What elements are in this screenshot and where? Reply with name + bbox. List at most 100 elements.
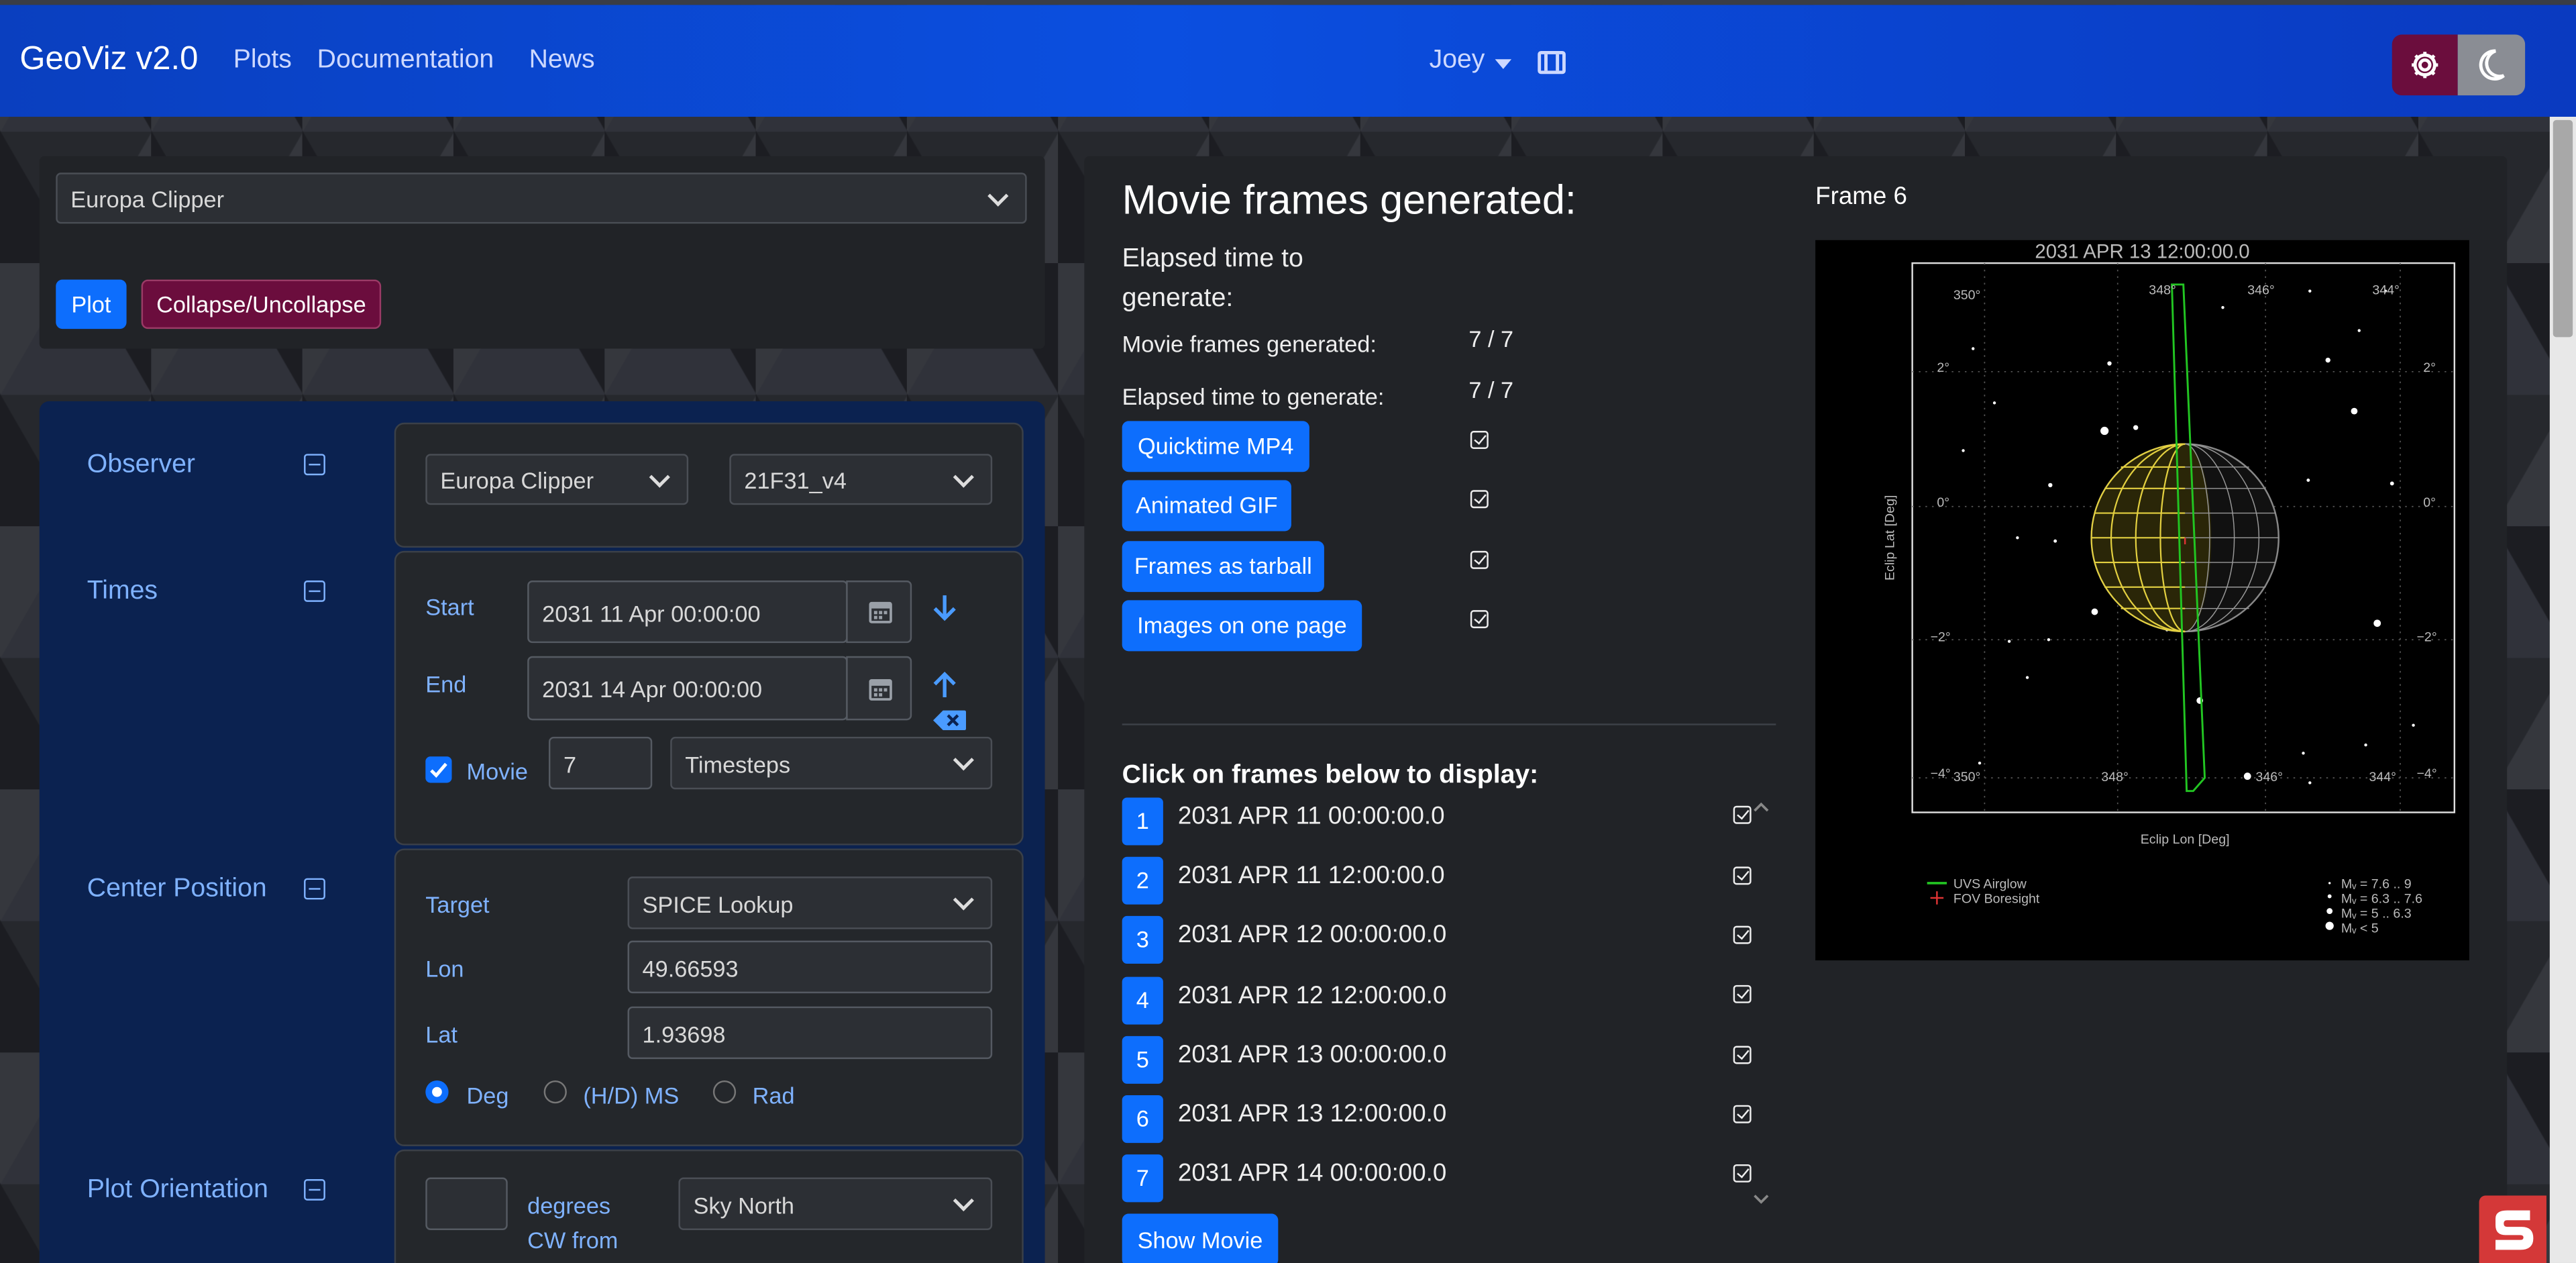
timestep-mode-select[interactable]: Timesteps [670,736,993,790]
movie-checkbox[interactable] [425,756,452,783]
list-scroll-down-icon[interactable] [1752,1191,1771,1207]
frame-1-time[interactable]: 2031 APR 11 00:00:00.0 [1178,803,1445,831]
orientation-degrees-input[interactable] [425,1177,508,1230]
collapse-center-icon[interactable] [304,878,325,900]
movie-label: Movie [466,758,529,785]
film-icon[interactable] [1538,50,1566,74]
nav-link-news[interactable]: News [529,46,595,76]
collapse-times-icon[interactable] [304,580,325,602]
mag-legend-1: Mᵥ = 7.6 .. 9 [2341,876,2412,892]
plot-xlabel: Eclip Lon [Deg] [2140,831,2230,848]
end-calendar-button[interactable] [846,656,912,721]
dark-mode-button[interactable] [2457,34,2526,96]
xtick-bottom-350: 350° [1953,769,1981,785]
frame-7-button[interactable]: 7 [1122,1154,1163,1203]
lon-input[interactable]: 49.66593 [627,940,993,994]
lon-label: Lon [425,955,464,982]
download-gif-button[interactable]: Animated GIF [1122,480,1291,532]
ytick-left-minus2: −2° [1930,629,1951,645]
frame-4-check-icon [1733,984,1752,1003]
sky-plot [1911,262,2456,930]
gif-check-icon [1470,490,1489,509]
caret-down-icon[interactable] [1495,59,1512,69]
images-check-icon [1470,610,1489,629]
start-label: Start [425,593,474,620]
show-movie-button[interactable]: Show Movie [1122,1213,1279,1263]
check-icon [430,762,447,778]
gear-icon [2412,52,2438,79]
results-heading: Movie frames generated: [1122,177,1576,224]
frame-2-button[interactable]: 2 [1122,856,1163,905]
click-frames-heading: Click on frames below to display: [1122,761,1539,790]
orientation-reference-select[interactable]: Sky North [678,1177,993,1230]
frame-2-time[interactable]: 2031 APR 11 12:00:00.0 [1178,862,1445,890]
download-mp4-button[interactable]: Quicktime MP4 [1122,421,1309,472]
lat-input[interactable]: 1.93698 [627,1006,993,1060]
unit-deg-radio[interactable] [425,1080,449,1104]
mp4-check-icon [1470,431,1489,449]
images-one-page-button[interactable]: Images on one page [1122,600,1362,652]
observer-body-select[interactable]: Europa Clipper [425,454,689,505]
spacecraft-select[interactable]: Europa Clipper [56,172,1027,224]
mag-legend-2: Mᵥ = 6.3 .. 7.6 [2341,891,2423,907]
frame-6-button[interactable]: 6 [1122,1095,1163,1144]
unit-hdms-radio[interactable] [543,1080,567,1104]
timestep-mode-value: Timesteps [685,751,791,778]
xtick-top-350: 350° [1953,287,1981,303]
xtick-bottom-344: 344° [2369,769,2396,785]
nav-link-documentation[interactable]: Documentation [317,46,494,76]
brand-logo[interactable]: GeoViz v2.0 [19,41,198,79]
movie-frame-count-input[interactable]: 7 [548,736,653,790]
plot-button[interactable]: Plot [56,279,127,330]
kernel-select[interactable]: 21F31_v4 [729,454,993,505]
divider [1122,723,1776,725]
chevron-down-icon [953,750,974,771]
tarball-check-icon [1470,550,1489,569]
elapsed-time-value: 7 / 7 [1468,376,1514,403]
frame-5-time[interactable]: 2031 APR 13 00:00:00.0 [1178,1041,1446,1069]
list-scroll-up-icon[interactable] [1752,799,1771,816]
calendar-icon [869,679,892,701]
target-label: Target [425,891,490,918]
frame-7-time[interactable]: 2031 APR 14 00:00:00.0 [1178,1160,1446,1188]
widget-badge[interactable] [2479,1195,2546,1263]
frames-generated-value: 7 / 7 [1468,325,1514,352]
ytick-right-0: 0° [2423,495,2436,510]
unit-rad-label: Rad [752,1082,795,1109]
download-tarball-button[interactable]: Frames as tarball [1122,541,1324,593]
observer-body-value: Europa Clipper [440,466,594,494]
frame-3-button[interactable]: 3 [1122,915,1163,964]
frame-4-button[interactable]: 4 [1122,976,1163,1025]
frame-image[interactable]: 2031 APR 13 12:00:00.0 350° 348° 346° 34… [1815,240,2469,961]
user-menu[interactable]: Joey [1430,46,1485,76]
degrees-label: degrees [527,1192,611,1219]
orientation-reference-value: Sky North [693,1192,795,1219]
page-scrollbar-thumb[interactable] [2553,119,2573,338]
cw-from-label: CW from [527,1227,619,1254]
collapse-orientation-icon[interactable] [304,1179,325,1201]
frame-6-time[interactable]: 2031 APR 13 12:00:00.0 [1178,1100,1446,1128]
settings-button[interactable] [2392,34,2458,96]
frame-1-button[interactable]: 1 [1122,797,1163,846]
legend-uvs-airglow: UVS Airglow [1953,876,2027,892]
unit-rad-radio[interactable] [712,1080,737,1104]
mag-legend-4: Mᵥ < 5 [2341,921,2379,936]
end-time-input[interactable]: 2031 14 Apr 00:00:00 [527,656,848,721]
target-select[interactable]: SPICE Lookup [627,876,993,929]
frame-3-time[interactable]: 2031 APR 12 00:00:00.0 [1178,921,1446,949]
spacecraft-select-value: Europa Clipper [70,185,225,213]
mag-legend-3: Mᵥ = 5 .. 6.3 [2341,906,2412,921]
chevron-down-icon [953,1190,974,1211]
xtick-top-348: 348° [2149,283,2176,298]
collapse-button[interactable]: Collapse/Uncollapse [141,279,382,330]
lat-label: Lat [425,1021,458,1048]
nav-link-plots[interactable]: Plots [233,46,292,76]
start-time-input[interactable]: 2031 11 Apr 00:00:00 [527,580,848,644]
arrow-down-icon[interactable] [932,594,958,623]
frame-4-time[interactable]: 2031 APR 12 12:00:00.0 [1178,982,1446,1010]
arrow-up-icon[interactable] [932,669,958,699]
collapse-observer-icon[interactable] [304,454,325,476]
start-calendar-button[interactable] [846,580,912,644]
frame-5-button[interactable]: 5 [1122,1035,1163,1084]
clear-icon[interactable] [932,709,968,731]
